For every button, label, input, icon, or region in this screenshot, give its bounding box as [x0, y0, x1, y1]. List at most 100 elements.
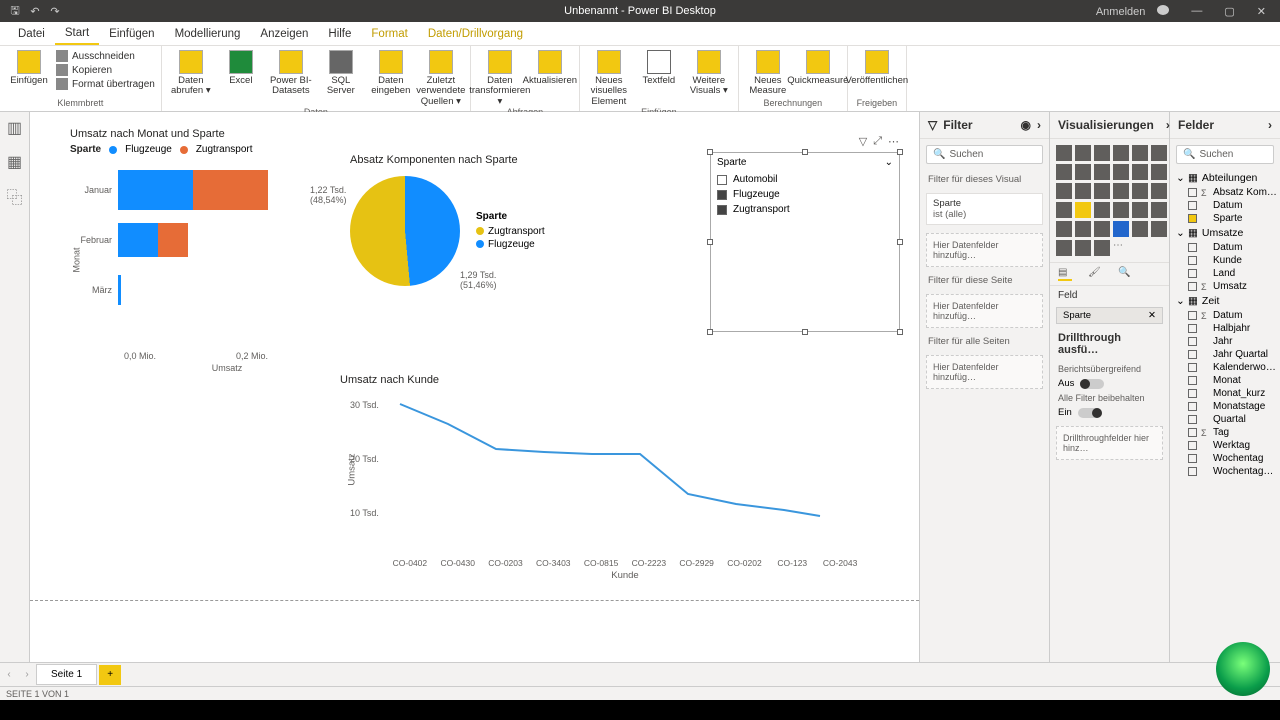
- paste-button[interactable]: Einfügen: [6, 48, 52, 86]
- refresh-button[interactable]: Aktualisieren: [527, 48, 573, 86]
- slicer-visual[interactable]: ▽ ⤢ ⋯ Sparte ⌄ Automobil Flugzeuge Zugtr…: [710, 152, 900, 332]
- bar-chart-visual[interactable]: Umsatz nach Monat und Sparte Sparte Flug…: [70, 128, 330, 373]
- field-item[interactable]: Kalenderwo…: [1170, 361, 1280, 374]
- field-item[interactable]: ΣDatum: [1170, 309, 1280, 322]
- fields-tab-icon[interactable]: ▤: [1058, 267, 1072, 281]
- report-view-icon[interactable]: ▥: [7, 120, 23, 136]
- collapse-icon[interactable]: ›: [1268, 118, 1272, 132]
- data-view-icon[interactable]: ▦: [7, 154, 23, 170]
- transform-button[interactable]: Daten transformieren ▾: [477, 48, 523, 107]
- field-item[interactable]: Sparte: [1170, 212, 1280, 225]
- filter-drop-all[interactable]: Hier Datenfelder hinzufüg…: [926, 355, 1043, 389]
- textbox-button[interactable]: Textfeld: [636, 48, 682, 86]
- tab-help[interactable]: Hilfe: [318, 24, 361, 44]
- focus-icon[interactable]: ⤢: [873, 135, 882, 148]
- field-item[interactable]: ΣAbsatz Kom…: [1170, 186, 1280, 199]
- field-item[interactable]: Datum: [1170, 241, 1280, 254]
- viz-type-icon[interactable]: [1056, 145, 1072, 161]
- sql-button[interactable]: SQL Server: [318, 48, 364, 97]
- tab-view[interactable]: Anzeigen: [250, 24, 318, 44]
- tab-file[interactable]: Datei: [8, 24, 55, 44]
- format-painter-button[interactable]: Format übertragen: [56, 78, 155, 90]
- redo-icon[interactable]: ↷: [48, 4, 62, 18]
- field-item[interactable]: Wochentag…: [1170, 465, 1280, 478]
- copy-button[interactable]: Kopieren: [56, 64, 155, 76]
- model-view-icon[interactable]: ⿻: [7, 188, 23, 204]
- field-item[interactable]: Monat: [1170, 374, 1280, 387]
- tab-start[interactable]: Start: [55, 23, 99, 45]
- publish-button[interactable]: Veröffentlichen: [854, 48, 900, 86]
- page-next[interactable]: ›: [18, 669, 36, 680]
- tab-format[interactable]: Format: [361, 24, 417, 44]
- filter-card[interactable]: Sparteist (alle): [926, 193, 1043, 225]
- filter-search[interactable]: 🔍Suchen: [926, 145, 1043, 164]
- field-item[interactable]: Monatstage: [1170, 400, 1280, 413]
- field-item[interactable]: Datum: [1170, 199, 1280, 212]
- slicer-clear-icon[interactable]: ⌄: [885, 157, 893, 168]
- filter-drop-page[interactable]: Hier Datenfelder hinzufüg…: [926, 294, 1043, 328]
- new-measure-button[interactable]: Neues Measure: [745, 48, 791, 97]
- field-table[interactable]: ⌄▦Umsatze: [1170, 225, 1280, 241]
- analytics-tab-icon[interactable]: 🔍: [1118, 267, 1132, 281]
- excel-button[interactable]: Excel: [218, 48, 264, 86]
- viz-gallery: ⋯: [1050, 139, 1169, 262]
- slicer-item[interactable]: Zugtransport: [717, 202, 893, 217]
- titlebar: 🖫 ↶ ↷ Unbenannt - Power BI Desktop Anmel…: [0, 0, 1280, 22]
- collapse-icon[interactable]: ›: [1037, 118, 1041, 132]
- pbi-datasets-button[interactable]: Power BI-Datasets: [268, 48, 314, 97]
- slicer-viz-icon[interactable]: [1075, 202, 1091, 218]
- field-item[interactable]: Werktag: [1170, 439, 1280, 452]
- page-prev[interactable]: ‹: [0, 669, 18, 680]
- ribbon: Einfügen Ausschneiden Kopieren Format üb…: [0, 46, 1280, 112]
- tab-model[interactable]: Modellierung: [165, 24, 251, 44]
- enter-data-button[interactable]: Daten eingeben: [368, 48, 414, 97]
- field-item[interactable]: Land: [1170, 267, 1280, 280]
- field-well[interactable]: Sparte✕: [1056, 307, 1163, 324]
- quick-measure-button[interactable]: Quickmeasure: [795, 48, 841, 86]
- search-icon: 🔍: [1183, 149, 1195, 160]
- field-table[interactable]: ⌄▦Abteilungen: [1170, 170, 1280, 186]
- more-visuals-button[interactable]: Weitere Visuals ▾: [686, 48, 732, 97]
- eye-icon[interactable]: ◉: [1021, 118, 1031, 132]
- tab-insert[interactable]: Einfügen: [99, 24, 164, 44]
- undo-icon[interactable]: ↶: [28, 4, 42, 18]
- slicer-item[interactable]: Automobil: [717, 172, 893, 187]
- more-icon[interactable]: ⋯: [888, 135, 899, 148]
- fields-search[interactable]: 🔍Suchen: [1176, 145, 1274, 164]
- minimize-icon[interactable]: —: [1185, 5, 1208, 17]
- cross-report-toggle[interactable]: [1080, 379, 1104, 389]
- pie-chart-visual[interactable]: Absatz Komponenten nach Sparte 1,22 Tsd.…: [350, 154, 670, 286]
- field-item[interactable]: ΣUmsatz: [1170, 280, 1280, 293]
- tab-data[interactable]: Daten/Drillvorgang: [418, 24, 533, 44]
- field-table[interactable]: ⌄▦Zeit: [1170, 293, 1280, 309]
- pie-graphic: [350, 176, 460, 286]
- page-tab[interactable]: Seite 1: [36, 664, 97, 685]
- line-chart-visual[interactable]: Umsatz nach Kunde Umsatz 30 Tsd. 20 Tsd.…: [340, 374, 860, 581]
- format-tab-icon[interactable]: 🖌: [1088, 267, 1102, 281]
- filter-drop-visual[interactable]: Hier Datenfelder hinzufüg…: [926, 233, 1043, 267]
- search-icon: 🔍: [933, 149, 945, 160]
- maximize-icon[interactable]: ▢: [1218, 5, 1240, 18]
- new-visual-button[interactable]: Neues visuelles Element: [586, 48, 632, 107]
- save-icon[interactable]: 🖫: [8, 4, 22, 18]
- filter-icon[interactable]: ▽: [859, 135, 867, 148]
- signin-button[interactable]: Anmelden: [1084, 5, 1176, 18]
- close-icon[interactable]: ✕: [1251, 5, 1272, 18]
- field-item[interactable]: Monat_kurz: [1170, 387, 1280, 400]
- field-item[interactable]: ΣTag: [1170, 426, 1280, 439]
- cut-button[interactable]: Ausschneiden: [56, 50, 155, 62]
- field-item[interactable]: Jahr: [1170, 335, 1280, 348]
- slicer-item[interactable]: Flugzeuge: [717, 187, 893, 202]
- fields-pane: Felder› 🔍Suchen ⌄▦AbteilungenΣAbsatz Kom…: [1170, 112, 1280, 662]
- field-item[interactable]: Jahr Quartal: [1170, 348, 1280, 361]
- field-item[interactable]: Quartal: [1170, 413, 1280, 426]
- recent-sources-button[interactable]: Zuletzt verwendete Quellen ▾: [418, 48, 464, 107]
- report-canvas[interactable]: Umsatz nach Monat und Sparte Sparte Flug…: [30, 112, 920, 662]
- add-page-button[interactable]: +: [99, 665, 121, 685]
- field-item[interactable]: Kunde: [1170, 254, 1280, 267]
- field-item[interactable]: Wochentag: [1170, 452, 1280, 465]
- keep-filters-toggle[interactable]: [1078, 408, 1102, 418]
- field-item[interactable]: Halbjahr: [1170, 322, 1280, 335]
- get-data-button[interactable]: Daten abrufen ▾: [168, 48, 214, 97]
- drill-drop[interactable]: Drillthroughfelder hier hinz…: [1056, 426, 1163, 460]
